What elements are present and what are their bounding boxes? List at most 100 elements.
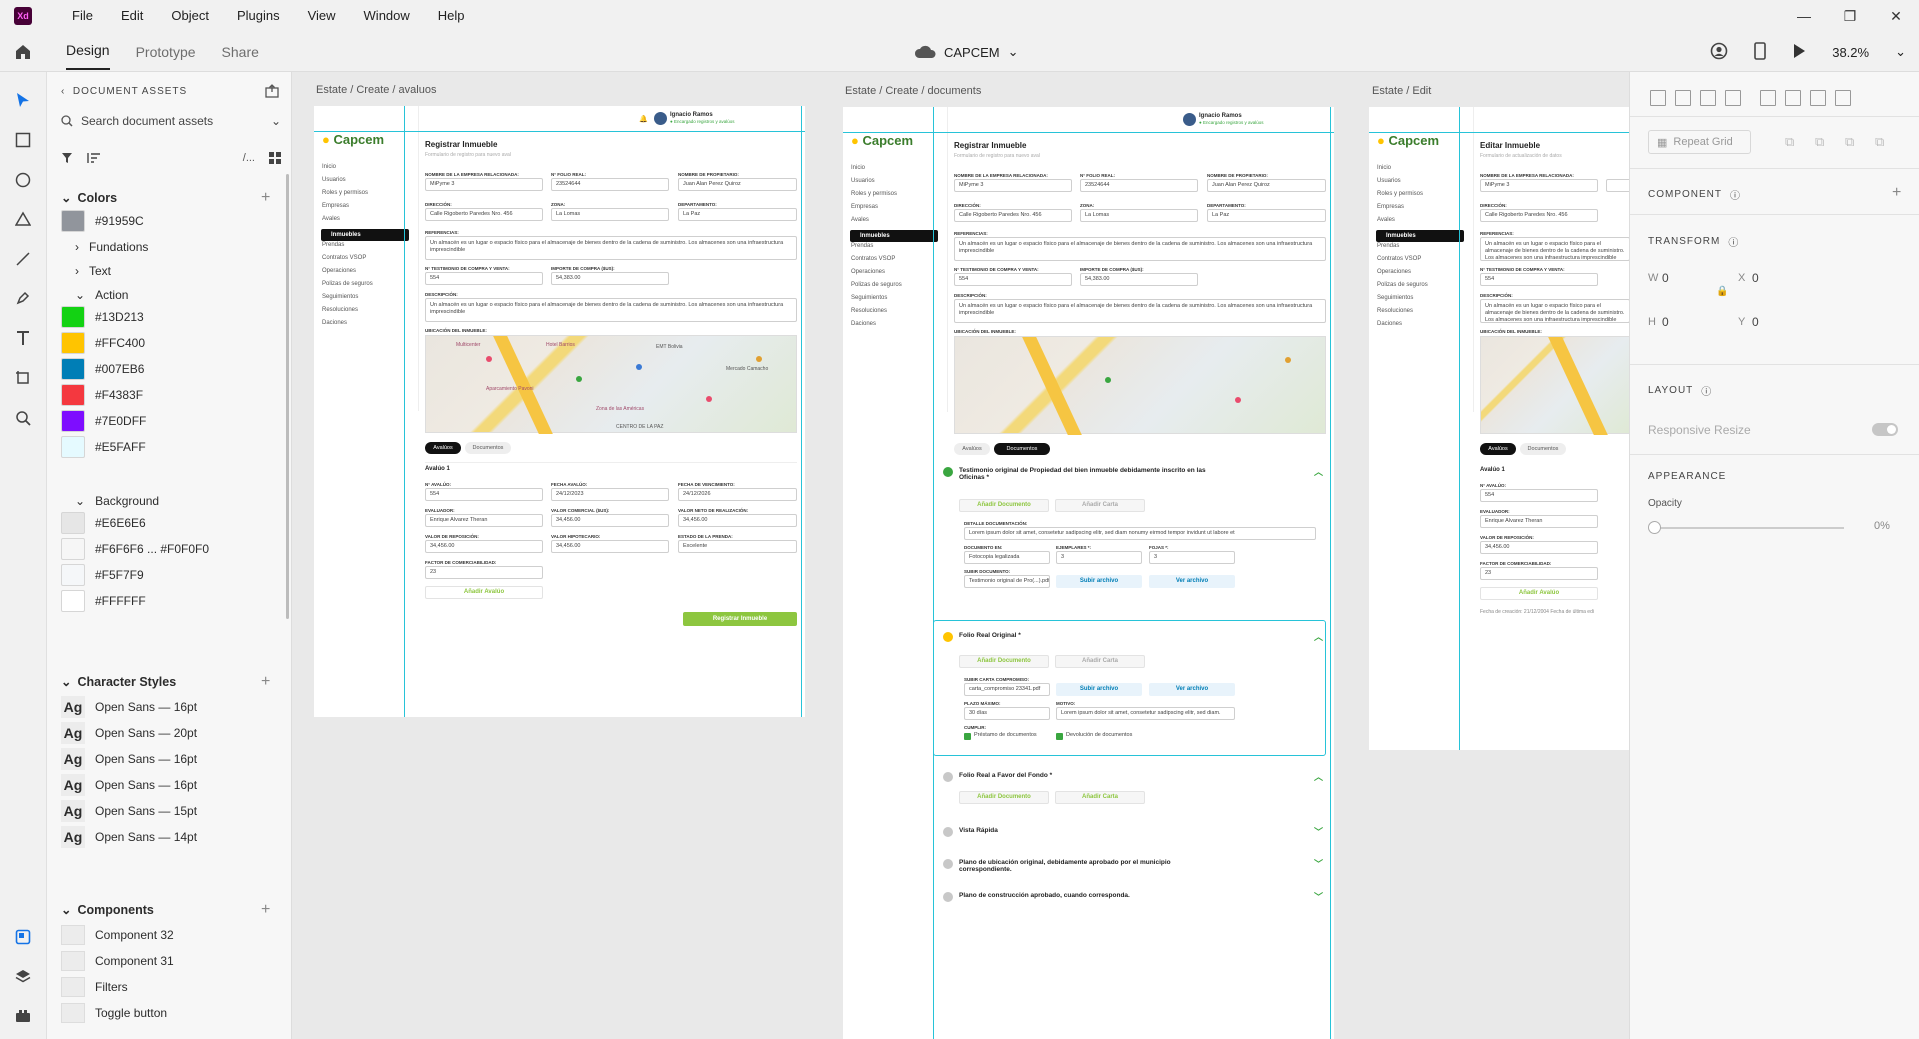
minimize-icon[interactable]: — [1781, 0, 1827, 32]
add-color-icon[interactable]: + [261, 189, 270, 207]
add-avaluo-button[interactable]: Añadir Avalúo [425, 586, 543, 599]
nav-item[interactable]: Seguimientos [851, 295, 887, 301]
menu-edit[interactable]: Edit [107, 0, 157, 32]
checkbox-prestamo[interactable] [964, 733, 971, 740]
nav-item[interactable]: Usuarios [851, 178, 875, 184]
nav-item[interactable]: Polizas de seguros [1377, 282, 1428, 288]
artboard-tool-icon[interactable] [13, 368, 33, 388]
reposicion-input[interactable]: 34,456.00 [425, 540, 543, 553]
nav-item[interactable]: Daciones [322, 320, 347, 326]
tab-avaluos[interactable]: Avalúos [425, 442, 461, 454]
assets-scrollbar[interactable] [286, 174, 289, 619]
opacity-value[interactable]: 0% [1874, 520, 1890, 532]
empresa-select[interactable]: MiPyme 3 [1480, 179, 1598, 192]
height-input[interactable]: 0 [1662, 315, 1669, 329]
bell-icon[interactable]: 🔔 [639, 115, 648, 123]
direccion-input[interactable]: Calle Rigoberto Paredes Nro. 456 [425, 208, 543, 221]
propietario-input[interactable]: Juan Alan Perez Quiroz [1207, 179, 1326, 192]
back-chevron-icon[interactable]: ‹ [61, 86, 65, 97]
chevron-down-icon[interactable]: ﹀ [1314, 890, 1323, 903]
character-style-row[interactable]: Ag Open Sans — 16pt [61, 746, 197, 772]
nav-item[interactable]: Inicio [1377, 165, 1391, 171]
add-character-style-icon[interactable]: + [261, 673, 270, 691]
tab-prototype[interactable]: Prototype [136, 32, 196, 72]
info-icon[interactable]: ⓘ [1728, 234, 1739, 249]
nav-item[interactable]: Empresas [322, 203, 349, 209]
referencias-textarea[interactable]: Un almacén es un lugar o espacio físico … [1480, 237, 1629, 261]
character-style-row[interactable]: Ag Open Sans — 16pt [61, 772, 197, 798]
align-right-icon[interactable] [1810, 90, 1826, 106]
pen-tool-icon[interactable] [13, 288, 33, 308]
motivo-input[interactable]: Lorem ipsum dolor sit amet, consetetur s… [1056, 707, 1235, 720]
color-swatch-row[interactable]: #F4383F [61, 382, 143, 408]
vencimiento-input[interactable]: 24/12/2026 [678, 488, 797, 501]
evaluador-select[interactable]: Enrique Alvarez Theran [425, 514, 543, 527]
artboard-avaluos[interactable]: ● Capcem Inicio Usuarios Roles y permisos E… [314, 106, 805, 717]
nav-item[interactable]: Inicio [851, 165, 865, 171]
nav-item[interactable]: Roles y permisos [1377, 191, 1423, 197]
tab-documentos[interactable]: Documentos [1520, 443, 1566, 455]
artboard-label[interactable]: Estate / Create / documents [845, 85, 981, 97]
add-document-button[interactable]: Añadir Documento [959, 499, 1049, 512]
polygon-tool-icon[interactable] [13, 209, 33, 229]
avatar[interactable] [1183, 113, 1196, 126]
nav-item[interactable]: Avales [322, 216, 340, 222]
nav-item[interactable]: Inicio [322, 164, 336, 170]
nav-item[interactable]: Inmuebles [1376, 230, 1464, 242]
view-file-button[interactable]: Ver archivo [1149, 575, 1235, 588]
nav-item[interactable]: Contratos VSOP [322, 255, 366, 261]
checkbox-devolucion[interactable] [1056, 733, 1063, 740]
direccion-input[interactable]: Calle Rigoberto Paredes Nro. 456 [1480, 209, 1598, 222]
nav-item[interactable]: Prendas [851, 243, 873, 249]
nav-item[interactable]: Resoluciones [1377, 308, 1413, 314]
add-card-button[interactable]: Añadir Carta [1055, 655, 1145, 668]
nav-item[interactable]: Inmuebles [850, 230, 938, 242]
component-row[interactable]: Toggle button [61, 1000, 167, 1026]
assets-panel-icon[interactable] [13, 927, 33, 947]
folio-input[interactable] [1606, 179, 1629, 192]
nav-item[interactable]: Empresas [851, 204, 878, 210]
character-style-row[interactable]: Ag Open Sans — 20pt [61, 720, 197, 746]
location-map[interactable]: Multicenter Hotel Barrios EMT Bolivia Me… [425, 335, 797, 434]
reposicion-input[interactable]: 34,456.00 [1480, 541, 1598, 554]
distribute-vertical-icon[interactable] [1725, 90, 1741, 106]
boolean-icon[interactable]: ⧉ [1815, 134, 1824, 150]
descripcion-textarea[interactable]: Un almacén es un lugar o espacio físico … [425, 298, 797, 322]
tab-avaluos[interactable]: Avalúos [1480, 443, 1516, 455]
assets-search[interactable]: Search document assets ⌄ [61, 110, 281, 132]
opacity-slider-handle[interactable] [1648, 521, 1661, 534]
close-icon[interactable]: ✕ [1873, 0, 1919, 32]
view-file-button[interactable]: Ver archivo [1149, 683, 1235, 696]
menu-plugins[interactable]: Plugins [223, 0, 294, 32]
nav-item[interactable]: Polizas de seguros [322, 281, 373, 287]
nav-item[interactable]: Prendas [322, 242, 344, 248]
plazo-select[interactable]: 30 días [964, 707, 1050, 720]
nav-item[interactable]: Prendas [1377, 243, 1399, 249]
nav-item[interactable]: Empresas [1377, 204, 1404, 210]
empresa-select[interactable]: MiPyme 3 [954, 179, 1072, 192]
factor-input[interactable]: 23 [1480, 567, 1598, 580]
carta-file-field[interactable]: carta_compromiso 23341.pdf [964, 683, 1050, 696]
align-bottom-icon[interactable] [1700, 90, 1716, 106]
estado-select[interactable]: Excelente [678, 540, 797, 553]
repeat-grid-button[interactable]: ▦ Repeat Grid [1648, 130, 1751, 154]
boolean-icon[interactable]: ⧉ [1785, 134, 1794, 150]
zoom-tool-icon[interactable] [13, 408, 33, 428]
nav-item[interactable]: Operaciones [322, 268, 356, 274]
grid-view-icon[interactable] [269, 152, 281, 164]
width-input[interactable]: 0 [1662, 271, 1669, 285]
boolean-icon[interactable]: ⧉ [1845, 134, 1854, 150]
empresa-select[interactable]: MiPyme 3 [425, 178, 543, 191]
nav-item[interactable]: Operaciones [1377, 269, 1411, 275]
color-swatch-row[interactable]: #FFC400 [61, 330, 145, 356]
select-tool-icon[interactable] [13, 90, 33, 110]
y-input[interactable]: 0 [1752, 315, 1759, 329]
nav-item[interactable]: Operaciones [851, 269, 885, 275]
character-style-row[interactable]: Ag Open Sans — 16pt [61, 694, 197, 720]
avaluo-number-input[interactable]: 554 [425, 488, 543, 501]
depto-select[interactable]: La Paz [678, 208, 797, 221]
ejemplares-input[interactable]: 3 [1056, 551, 1142, 564]
chevron-down-icon[interactable]: ﹀ [1314, 825, 1323, 838]
nav-item[interactable]: Contratos VSOP [851, 256, 895, 262]
tab-avaluos[interactable]: Avalúos [954, 443, 990, 455]
